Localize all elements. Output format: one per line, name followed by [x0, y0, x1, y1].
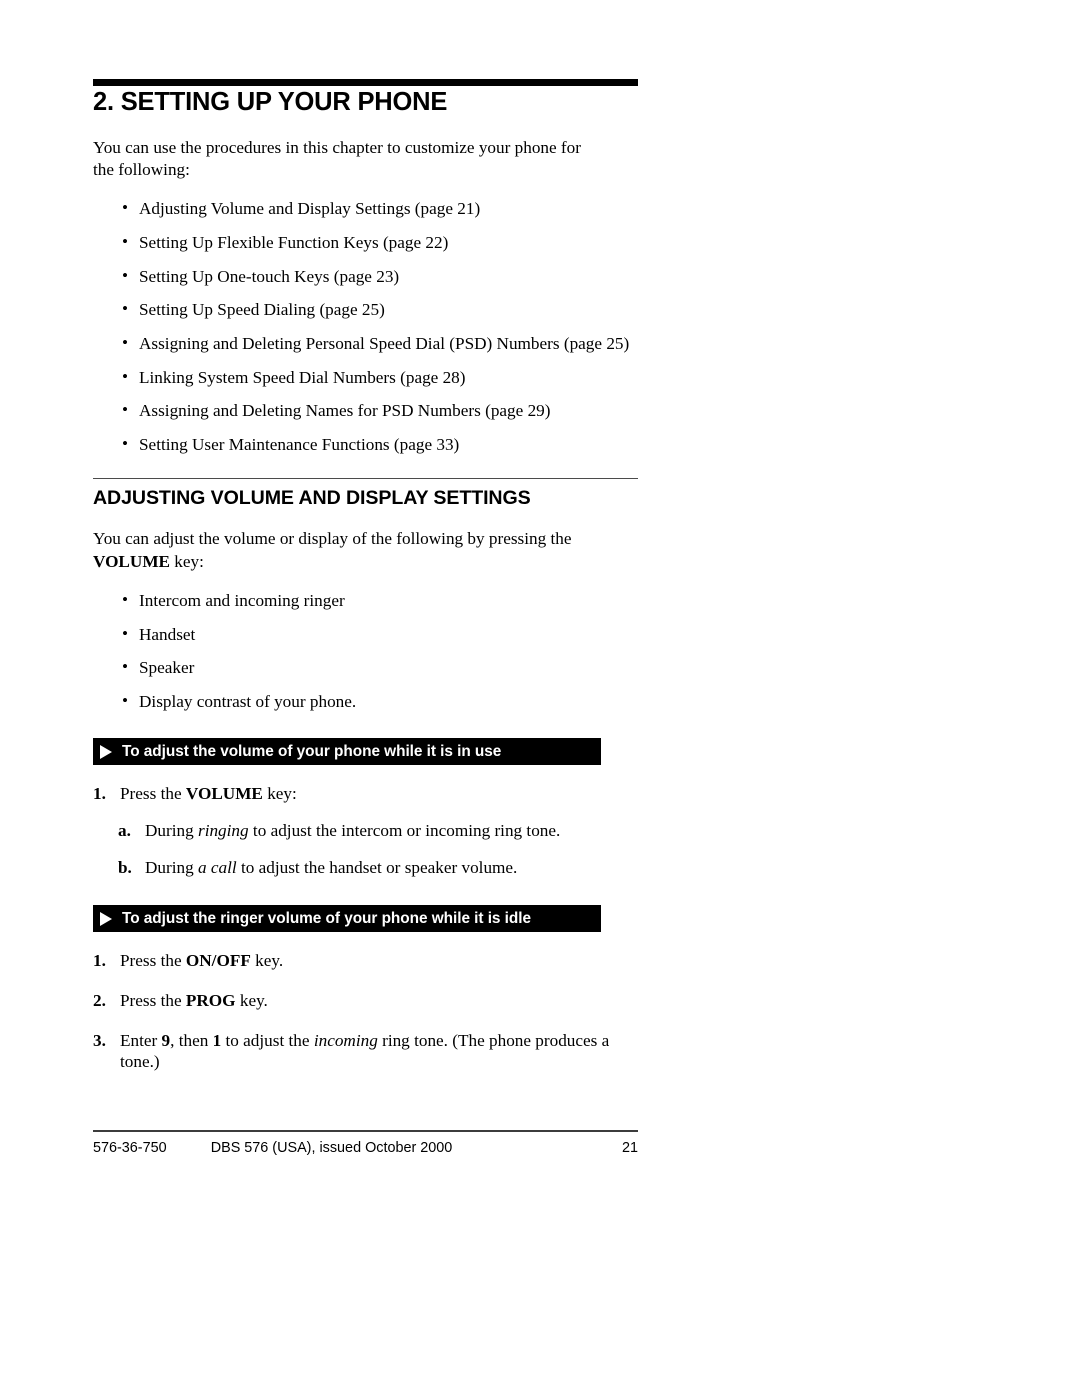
- section-heading-rule: [93, 477, 638, 479]
- step-text-pre: Press the: [120, 784, 186, 804]
- footer-page-number: 21: [621, 1139, 638, 1156]
- chapter-intro-paragraph: You can use the procedures in this chapt…: [93, 137, 581, 180]
- list-item: • Setting Up One-touch Keys (page 23): [93, 265, 638, 288]
- step-item: 3. Enter 9, then 1 to adjust the incoming…: [93, 1031, 638, 1073]
- substep-emphasis: a call: [198, 858, 237, 878]
- step3-emphasis: incoming: [313, 1031, 378, 1051]
- list-item: • Setting Up Flexible Function Keys (page…: [93, 232, 638, 254]
- step-item: 1. Press the VOLUME key:: [93, 784, 638, 805]
- list-item-label: Assigning and Deleting Names for PSD Num…: [139, 401, 551, 421]
- list-item: • Linking System Speed Dial Numbers (page…: [93, 366, 638, 389]
- substep-item: a. During ringing to adjust the intercom …: [93, 821, 638, 842]
- right-triangle-icon: [100, 744, 112, 759]
- prog-key-label: PROG: [185, 991, 236, 1011]
- bullet-icon: •: [122, 589, 129, 609]
- step-item: 1. Press the ON/OFF key.: [93, 951, 638, 972]
- list-item-label: Adjusting Volume and Display Settings (p…: [139, 199, 481, 219]
- step-text-pre: Press the: [120, 951, 186, 971]
- section-intro-pre: You can adjust the volume or display of …: [93, 528, 572, 548]
- bullet-icon: •: [122, 657, 129, 677]
- list-item-label: Setting Up One-touch Keys (page 23): [139, 266, 400, 286]
- digit-9-label: 9: [161, 1031, 171, 1051]
- step-text-post: key.: [235, 991, 268, 1011]
- page-title: 2. SETTING UP YOUR PHONE: [93, 88, 448, 116]
- bullet-icon: •: [122, 333, 129, 353]
- chapter-topics-list: • Adjusting Volume and Display Settings (…: [93, 198, 638, 456]
- list-item-label: Speaker: [139, 658, 195, 678]
- list-item: • Assigning and Deleting Names for PSD Nu…: [93, 400, 638, 422]
- list-item: • Speaker: [93, 657, 638, 679]
- list-item-label: Setting User Maintenance Functions (page…: [139, 434, 460, 454]
- step-number: 3.: [93, 1031, 106, 1051]
- footer-center-text: DBS 576 (USA), issued October 2000: [210, 1139, 453, 1156]
- list-item-label: Linking System Speed Dial Numbers (page …: [139, 367, 466, 387]
- onoff-key-label: ON/OFF: [185, 951, 251, 971]
- list-item: • Setting User Maintenance Functions (pag…: [93, 433, 638, 456]
- substep-text-post: to adjust the handset or speaker volume.: [236, 858, 518, 878]
- substep-item: b. During a call to adjust the handset or…: [93, 858, 638, 879]
- footer-rule: [93, 1130, 638, 1132]
- procedure-heading-label-2: To adjust the ringer volume of your phon…: [122, 909, 531, 927]
- step-item: 2. Press the PROG key.: [93, 991, 638, 1012]
- list-item: • Display contrast of your phone.: [93, 690, 638, 713]
- page-footer: 576-36-750 DBS 576 (USA), issued October…: [93, 1140, 638, 1160]
- list-item-label: Setting Up Speed Dialing (page 25): [139, 300, 385, 320]
- bullet-icon: •: [122, 265, 129, 285]
- procedure-heading-label-1: To adjust the volume of your phone while…: [122, 742, 502, 760]
- list-item-label: Intercom and incoming ringer: [139, 590, 345, 610]
- bullet-icon: •: [122, 400, 129, 420]
- bullet-icon: •: [122, 198, 129, 218]
- step3-text-1: Enter: [120, 1031, 162, 1051]
- volume-key-label: VOLUME: [185, 784, 263, 804]
- list-item-label: Setting Up Flexible Function Keys (page …: [139, 233, 449, 253]
- list-item: • Assigning and Deleting Personal Speed D…: [93, 333, 638, 355]
- substep-number: a.: [118, 821, 131, 841]
- procedure-heading-bar-1: To adjust the volume of your phone while…: [93, 738, 601, 766]
- step-number: 2.: [93, 991, 106, 1011]
- step3-text-3: to adjust the: [221, 1031, 314, 1051]
- step3-text-2: , then: [170, 1031, 213, 1051]
- step-text-post: key:: [262, 784, 297, 804]
- substep-emphasis: ringing: [198, 821, 249, 841]
- bullet-icon: •: [122, 366, 129, 386]
- volume-key-label: VOLUME: [93, 551, 170, 571]
- list-item-label: Handset: [139, 624, 196, 644]
- substep-text-post: to adjust the intercom or incoming ring …: [248, 821, 561, 841]
- procedure-heading-bar-2: To adjust the ringer volume of your phon…: [93, 905, 601, 933]
- bullet-icon: •: [122, 232, 129, 252]
- document-page: 2. SETTING UP YOUR PHONE You can use the…: [93, 0, 638, 1160]
- step-text-post: key.: [250, 951, 284, 971]
- procedure-steps-2: 1. Press the ON/OFF key. 2. Press the PROG…: [93, 951, 638, 1073]
- list-item: • Intercom and incoming ringer: [93, 589, 638, 612]
- step-number: 1.: [93, 784, 106, 804]
- list-item: • Adjusting Volume and Display Settings (…: [93, 198, 638, 220]
- procedure-steps-1: 1. Press the VOLUME key: a. During ringing…: [93, 784, 638, 879]
- bullet-icon: •: [122, 623, 129, 643]
- section-title: ADJUSTING VOLUME AND DISPLAY SETTINGS: [93, 486, 531, 509]
- digit-1-label: 1: [212, 1031, 222, 1051]
- list-item: • Setting Up Speed Dialing (page 25): [93, 299, 638, 321]
- bullet-icon: •: [122, 690, 129, 710]
- list-item-label: Assigning and Deleting Personal Speed Di…: [139, 334, 630, 354]
- list-item-label: Display contrast of your phone.: [139, 691, 357, 711]
- bullet-icon: •: [122, 299, 129, 319]
- section-items-list: • Intercom and incoming ringer • Handset •…: [93, 589, 638, 713]
- chapter-title-rule: [93, 79, 638, 86]
- step-number: 1.: [93, 951, 106, 971]
- section-intro-post: key:: [170, 551, 204, 571]
- substep-text-pre: During: [145, 821, 198, 841]
- substep-number: b.: [118, 858, 132, 878]
- list-item: • Handset: [93, 623, 638, 646]
- right-triangle-icon: [100, 911, 112, 926]
- bullet-icon: •: [122, 433, 129, 453]
- step-text-pre: Press the: [120, 991, 186, 1011]
- section-intro-paragraph: You can adjust the volume or display of …: [93, 528, 585, 574]
- substep-text-pre: During: [145, 858, 198, 878]
